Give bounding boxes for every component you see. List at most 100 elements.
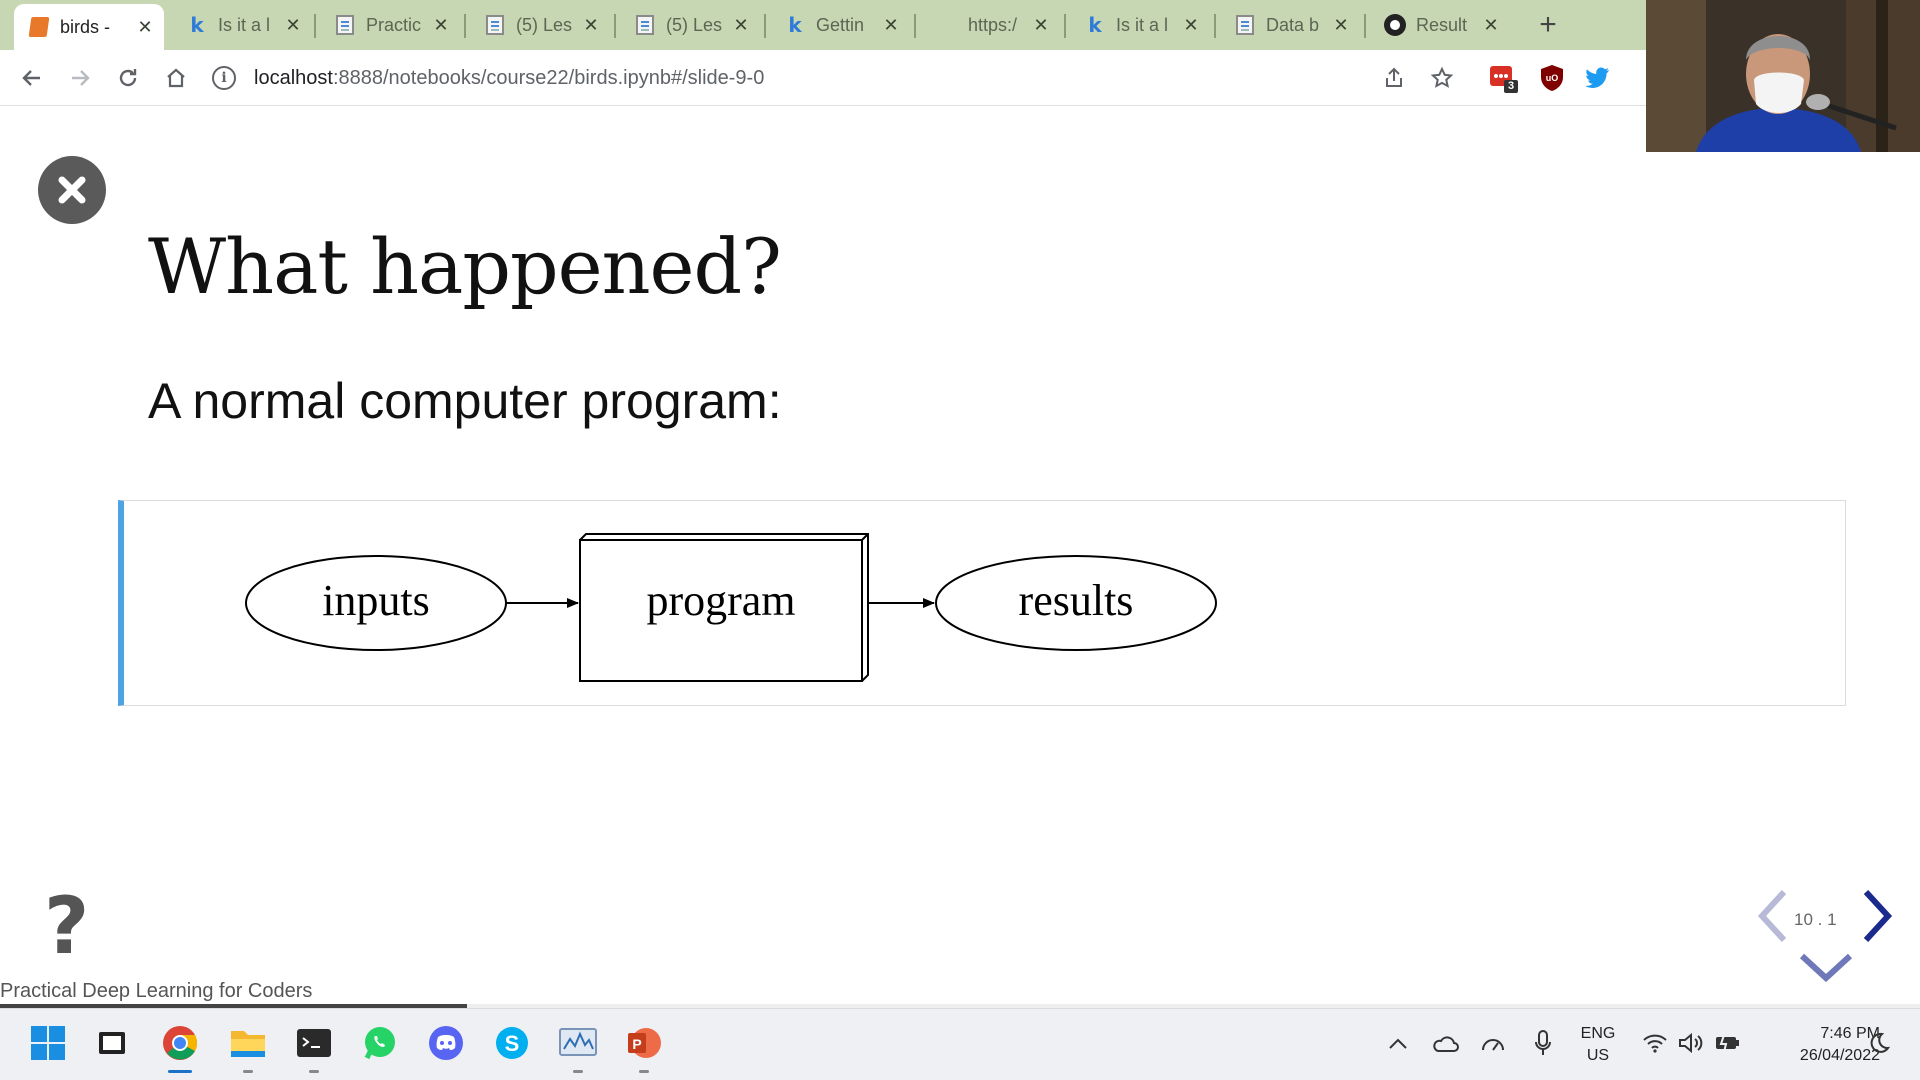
footer-course-title: Practical Deep Learning for Coders <box>0 980 313 1002</box>
star-icon <box>1430 66 1454 88</box>
home-icon <box>167 68 185 88</box>
close-icon[interactable]: ✕ <box>430 15 452 36</box>
tab-title: Is it a l <box>1116 14 1169 35</box>
close-icon[interactable]: ✕ <box>580 15 602 36</box>
close-icon[interactable]: ✕ <box>1030 15 1052 36</box>
battery-button[interactable] <box>1712 1027 1742 1059</box>
reload-button[interactable] <box>110 60 146 96</box>
tab-lesson-1[interactable]: (5) Les ✕ <box>470 6 610 44</box>
terminal-button[interactable] <box>294 1023 334 1073</box>
terminal-icon <box>297 1029 331 1057</box>
close-icon[interactable]: ✕ <box>134 17 156 38</box>
tab-kaggle-2[interactable]: k Is it a l ✕ <box>1070 6 1210 44</box>
powerpoint-icon: P <box>628 1028 661 1058</box>
microphone-button[interactable] <box>1528 1027 1558 1059</box>
document-icon <box>334 14 356 36</box>
battery-icon <box>1716 1034 1739 1053</box>
close-icon[interactable]: ✕ <box>880 15 902 36</box>
nav-prev-button[interactable] <box>1754 888 1790 949</box>
tab-kaggle-1[interactable]: k Is it a l ✕ <box>172 6 312 44</box>
whatsapp-button[interactable] <box>360 1023 400 1063</box>
node-inputs: inputs <box>245 555 507 651</box>
clock[interactable]: 7:46 PM 26/04/2022 <box>1750 1023 1880 1067</box>
tab-title: Practic <box>366 14 422 35</box>
performance-button[interactable] <box>1478 1027 1508 1059</box>
close-icon[interactable]: ✕ <box>1330 15 1352 36</box>
new-tab-button[interactable]: + <box>1530 10 1566 42</box>
svg-text:uO: uO <box>1546 73 1559 83</box>
powerpoint-button[interactable]: P <box>624 1023 664 1073</box>
wifi-button[interactable] <box>1640 1027 1670 1059</box>
tab-title: https:/ <box>968 14 1018 35</box>
tab-lesson-2[interactable]: (5) Les ✕ <box>620 6 760 44</box>
clock-date: 26/04/2022 <box>1799 1047 1880 1064</box>
node-results: results <box>935 555 1217 651</box>
speaker-icon <box>1679 1032 1703 1054</box>
node-inputs-label: inputs <box>322 576 430 625</box>
onedrive-button[interactable] <box>1430 1027 1460 1059</box>
skype-button[interactable]: S <box>492 1023 532 1063</box>
document-icon <box>484 14 506 36</box>
svg-text:P: P <box>632 1036 641 1052</box>
microphone-icon <box>1535 1030 1551 1055</box>
home-button[interactable] <box>158 60 194 96</box>
tab-title: Is it a l <box>218 14 271 35</box>
help-button[interactable]: ? <box>44 888 94 966</box>
tab-https[interactable]: https:/ ✕ <box>920 6 1060 44</box>
reload-icon <box>119 69 137 87</box>
tab-data[interactable]: Data b ✕ <box>1220 6 1360 44</box>
chevron-left-icon <box>1757 889 1787 943</box>
monitor-icon <box>559 1028 597 1056</box>
presenter-video <box>1646 0 1920 152</box>
share-icon <box>1386 67 1402 87</box>
discord-button[interactable] <box>426 1023 466 1063</box>
file-explorer-button[interactable] <box>228 1023 268 1073</box>
flow-diagram: inputs program results <box>245 533 1217 682</box>
discord-icon <box>429 1026 463 1060</box>
back-button[interactable] <box>14 60 50 96</box>
nav-next-button[interactable] <box>1860 888 1896 949</box>
book-icon <box>28 16 50 38</box>
start-icon <box>31 1026 65 1060</box>
monitor-button[interactable] <box>558 1023 598 1073</box>
close-slideshow-button[interactable] <box>38 156 106 224</box>
close-icon[interactable]: ✕ <box>1180 15 1202 36</box>
close-icon[interactable]: ✕ <box>282 15 304 36</box>
tab-separator <box>914 14 916 38</box>
clock-time: 7:46 PM <box>1820 1025 1880 1042</box>
desktop-icon <box>99 1032 125 1054</box>
tab-title: (5) Les <box>516 14 573 35</box>
file-explorer-icon <box>231 1031 265 1057</box>
svg-text:S: S <box>505 1031 520 1056</box>
taskview-button[interactable] <box>92 1023 132 1063</box>
tab-getting[interactable]: k Gettin ✕ <box>770 6 910 44</box>
forward-button[interactable] <box>62 60 98 96</box>
diagram-output-cell: inputs program results <box>118 500 1846 706</box>
info-icon[interactable]: i <box>212 66 236 90</box>
tab-results[interactable]: Result ✕ <box>1370 6 1510 44</box>
close-icon[interactable]: ✕ <box>730 15 752 36</box>
extension-button[interactable]: 3 <box>1488 62 1520 94</box>
tab-practical[interactable]: Practic ✕ <box>320 6 460 44</box>
focus-assist-button[interactable] <box>1864 1027 1894 1059</box>
skype-icon: S <box>496 1027 528 1059</box>
chrome-button[interactable] <box>160 1023 200 1073</box>
twitter-button[interactable] <box>1582 62 1614 94</box>
address-bar[interactable]: i localhost:8888/notebooks/course22/bird… <box>212 56 1452 100</box>
ublock-button[interactable]: uO <box>1536 62 1568 94</box>
nav-down-button[interactable] <box>1798 950 1854 989</box>
share-button[interactable] <box>1378 62 1410 94</box>
bookmark-button[interactable] <box>1426 62 1458 94</box>
start-button[interactable] <box>28 1023 68 1063</box>
tab-title: (5) Les <box>666 14 723 35</box>
close-icon[interactable]: ✕ <box>1480 15 1502 36</box>
volume-button[interactable] <box>1676 1027 1706 1059</box>
whatsapp-icon <box>364 1027 395 1060</box>
language-indicator[interactable]: ENG US <box>1578 1023 1618 1067</box>
tab-separator <box>314 14 316 38</box>
cloud-icon <box>1433 1036 1459 1052</box>
tab-separator <box>464 14 466 38</box>
show-hidden-icons-button[interactable] <box>1384 1027 1412 1059</box>
tab-birds[interactable]: birds - ✕ <box>14 4 164 50</box>
moon-icon <box>1870 1032 1890 1053</box>
